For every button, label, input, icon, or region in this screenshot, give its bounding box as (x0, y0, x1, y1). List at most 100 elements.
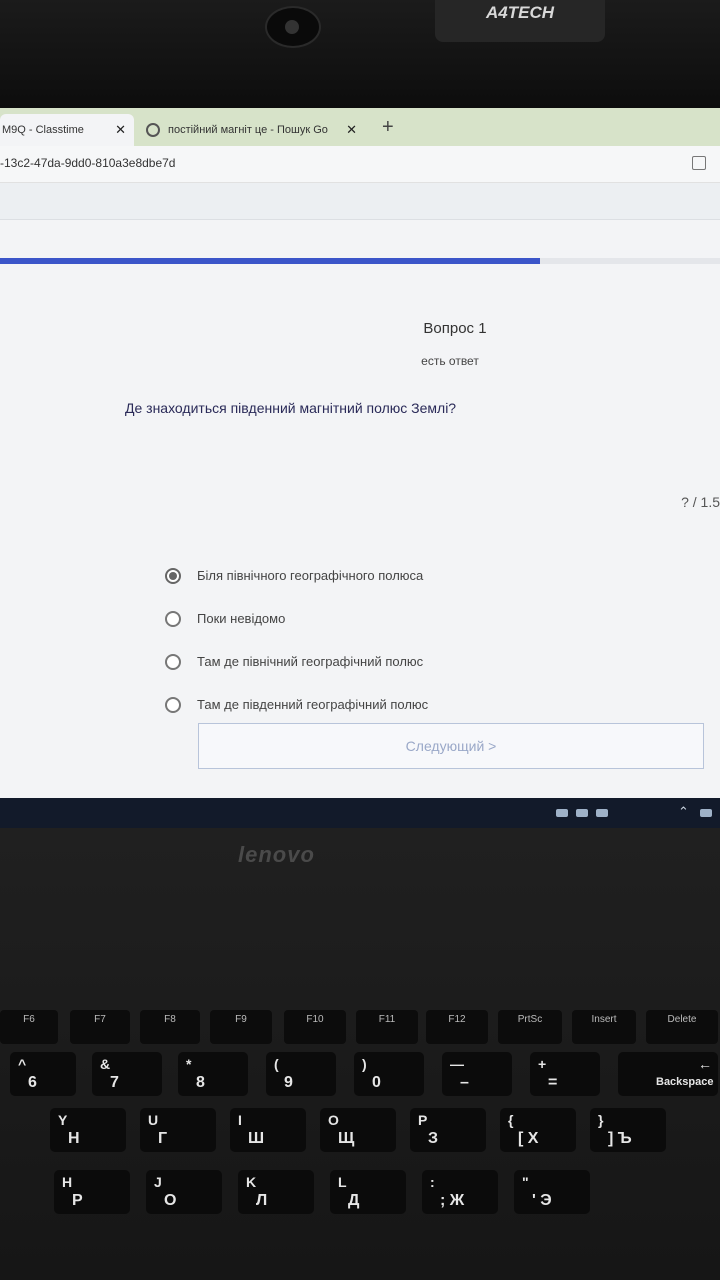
key-label: U (148, 1112, 159, 1128)
webcam-clip (265, 6, 321, 48)
key[interactable]: ← Backspace (618, 1052, 718, 1096)
key[interactable]: : ; Ж (422, 1170, 498, 1214)
key[interactable]: ) 0 (354, 1052, 424, 1096)
key[interactable]: (9 (266, 1052, 336, 1096)
answer-option[interactable]: Поки невідомо (165, 597, 428, 640)
key[interactable]: F8 (140, 1010, 200, 1044)
key-label: 6 (28, 1074, 37, 1091)
key-label: F9 (235, 1014, 247, 1025)
key-label: Щ (338, 1130, 355, 1147)
key-label: ( (274, 1056, 279, 1072)
key-label: ^ (18, 1056, 27, 1072)
key-label: F11 (378, 1014, 396, 1025)
key[interactable]: " ' Э (514, 1170, 590, 1214)
key-label: Г (158, 1130, 168, 1147)
tray-icon[interactable] (596, 809, 608, 817)
google-icon (146, 123, 160, 137)
key-label: ; Ж (440, 1192, 465, 1209)
answer-option[interactable]: Там де південний географічний полюс (165, 683, 428, 726)
key-label: ] Ъ (608, 1130, 632, 1147)
key-label: H (62, 1174, 73, 1190)
laptop-body: lenovo F6 F7 F8 F9 F10 F11 F12 PrtSc Ins… (0, 828, 720, 1280)
key-label: { (508, 1112, 514, 1128)
answer-option-label: Поки невідомо (197, 611, 286, 626)
key-label: F7 (94, 1014, 106, 1025)
answer-option[interactable]: Там де північний географічний полюс (165, 640, 428, 683)
question-number: Вопрос 1 (423, 320, 487, 337)
key-label: P (418, 1112, 428, 1128)
key-label: = (548, 1074, 558, 1091)
key[interactable]: HР (54, 1170, 130, 1214)
key[interactable]: UГ (140, 1108, 216, 1152)
key-label: F10 (306, 1014, 324, 1025)
url-text: -13c2-47da-9dd0-810a3e8dbe7d (0, 156, 176, 170)
function-key-row: F6 F7 F8 F9 F10 F11 F12 PrtSc Insert Del… (0, 1010, 720, 1050)
close-icon[interactable]: ✕ (346, 122, 357, 138)
key-label: 0 (372, 1074, 381, 1091)
screen: M9Q - Classtime ✕ постійний магніт це - … (0, 108, 720, 798)
tray-icon[interactable] (576, 809, 588, 817)
network-icon[interactable] (700, 809, 712, 817)
key[interactable]: PЗ (410, 1108, 486, 1152)
close-icon[interactable]: ✕ (115, 122, 126, 138)
key[interactable]: F7 (70, 1010, 130, 1044)
key[interactable]: YН (50, 1108, 126, 1152)
key[interactable]: F6 (0, 1010, 58, 1044)
key-label: — (450, 1056, 464, 1072)
address-bar[interactable]: -13c2-47da-9dd0-810a3e8dbe7d (0, 146, 720, 183)
key[interactable]: {[ Х (500, 1108, 576, 1152)
key-label: Н (68, 1130, 80, 1147)
next-button[interactable]: Следующий > (198, 723, 704, 769)
page-header-band (0, 183, 720, 220)
webcam-brand-label: A4TECH (485, 3, 554, 22)
key[interactable]: JО (146, 1170, 222, 1214)
key[interactable]: F11 (356, 1010, 418, 1044)
key[interactable]: Insert (572, 1010, 636, 1044)
key[interactable]: IШ (230, 1108, 306, 1152)
key-label: Insert (591, 1014, 617, 1025)
key[interactable]: & 7 (92, 1052, 162, 1096)
key-label: & (100, 1056, 111, 1072)
key[interactable]: ^ 6 (10, 1052, 76, 1096)
answer-status: есть ответ (421, 354, 479, 368)
answer-option-label: Там де південний географічний полюс (197, 697, 429, 712)
key[interactable]: F9 (210, 1010, 272, 1044)
chevron-up-icon[interactable]: ⌃ (678, 804, 689, 820)
tray-icon[interactable] (556, 809, 568, 817)
answer-options: Біля північного географічного полюса Пок… (165, 554, 428, 726)
tab-label: постійний магніт це - Пошук Go (168, 124, 328, 136)
quiz-progress-fill (0, 258, 540, 264)
key-label: Л (256, 1192, 268, 1209)
webcam-lens (285, 20, 299, 34)
key-label: ← (698, 1056, 712, 1072)
key[interactable]: Delete (646, 1010, 718, 1044)
key-label: Delete (667, 1014, 697, 1025)
key-label: З (428, 1130, 439, 1147)
key[interactable]: OЩ (320, 1108, 396, 1152)
key-label: I (238, 1112, 242, 1128)
laptop-brand-logo: lenovo (238, 842, 315, 867)
key[interactable]: * 8 (178, 1052, 248, 1096)
key[interactable]: + = (530, 1052, 600, 1096)
key[interactable]: F12 (426, 1010, 488, 1044)
key[interactable]: — – (442, 1052, 512, 1096)
radio-button[interactable] (165, 567, 181, 584)
taskbar: ⌃ (0, 798, 720, 828)
key-label: J (154, 1174, 162, 1190)
key[interactable]: KЛ (238, 1170, 314, 1214)
new-tab-icon[interactable]: + (382, 116, 394, 139)
key[interactable]: LД (330, 1170, 406, 1214)
answer-option[interactable]: Біля північного географічного полюса (165, 554, 428, 597)
radio-button[interactable] (165, 696, 181, 713)
key[interactable]: PrtSc (498, 1010, 562, 1044)
tab-google-search[interactable]: постійний магніт це - Пошук Go ✕ (140, 114, 365, 146)
key-label: : (430, 1174, 435, 1190)
key-label: O (328, 1112, 339, 1128)
quiz-progress-bar (0, 258, 720, 264)
radio-button[interactable] (165, 610, 181, 627)
tab-classtime[interactable]: M9Q - Classtime ✕ (0, 114, 134, 146)
key[interactable]: }] Ъ (590, 1108, 666, 1152)
share-icon[interactable] (692, 156, 706, 170)
key[interactable]: F10 (284, 1010, 346, 1044)
radio-button[interactable] (165, 653, 181, 670)
